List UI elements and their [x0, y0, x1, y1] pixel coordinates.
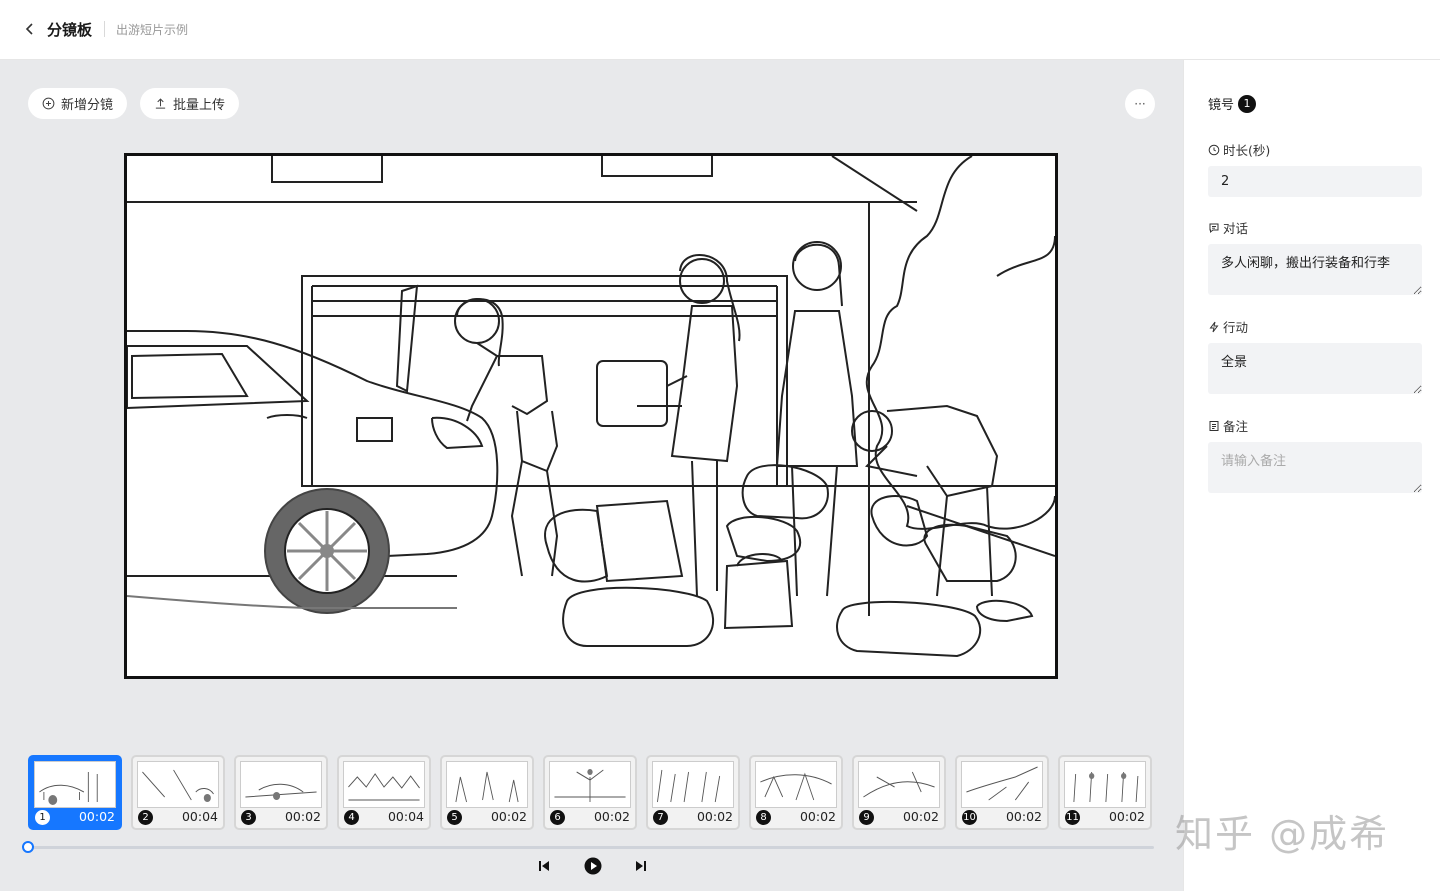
shot-sketch-image [1064, 761, 1146, 808]
top-header: 分镜板 出游短片示例 [0, 0, 1440, 60]
shot-thumbnail[interactable]: 6 00:02 [543, 755, 637, 830]
notes-input[interactable] [1208, 442, 1422, 493]
storyboard-sketch-image [127, 156, 1055, 658]
next-button[interactable] [632, 857, 650, 875]
shot-duration: 00:04 [181, 809, 218, 824]
shot-thumbnail[interactable]: 3 00:02 [234, 755, 328, 830]
notes-label-row: 备注 [1208, 416, 1248, 435]
skip-next-icon [636, 861, 646, 871]
shot-number-badge: 11 [1065, 810, 1080, 825]
storyboard-frame[interactable] [124, 153, 1058, 679]
shot-number-badge: 9 [859, 810, 874, 825]
chevron-left-icon [25, 23, 33, 35]
skip-previous-icon [539, 861, 549, 871]
notes-label: 备注 [1223, 419, 1249, 434]
batch-upload-label: 批量上传 [173, 98, 226, 113]
shot-number-badge: 4 [344, 810, 359, 825]
shot-number-badge: 6 [550, 810, 565, 825]
shot-number-row: 镜号 1 [1208, 94, 1257, 113]
shot-duration: 00:02 [490, 809, 527, 824]
shot-thumbnail[interactable]: 8 00:02 [749, 755, 843, 830]
shot-filmstrip: 1 00:02 2 00:04 3 00:02 4 00:04 5 00:02 6 00:02 7 00:… [28, 755, 1152, 830]
shot-thumbnail[interactable]: 2 00:04 [131, 755, 225, 830]
dialogue-label: 对话 [1223, 221, 1249, 236]
shot-properties-panel: 镜号 1 时长(秒) 对话 多人闲聊，搬出行装备和行李 行动 全景 备注 [1183, 60, 1440, 891]
playback-controls [535, 855, 650, 877]
shot-sketch-image [549, 761, 631, 808]
action-input[interactable]: 全景 [1208, 343, 1422, 394]
batch-upload-button[interactable]: 批量上传 [140, 88, 240, 119]
shot-sketch-image [343, 761, 425, 808]
add-shot-label: 新增分镜 [61, 98, 114, 113]
shot-sketch-image [446, 761, 528, 808]
shot-duration: 00:02 [902, 809, 939, 824]
play-button[interactable] [584, 857, 602, 875]
page-title: 分镜板 [47, 21, 93, 39]
dialogue-input[interactable]: 多人闲聊，搬出行装备和行李 [1208, 244, 1422, 295]
shot-number-badge: 3 [241, 810, 256, 825]
storyboard-workspace: 新增分镜 批量上传 ··· 1 00:02 2 00:04 3 00:02 4 … [0, 60, 1183, 891]
shot-thumbnail[interactable]: 5 00:02 [440, 755, 534, 830]
shot-number-label: 镜号 [1208, 98, 1235, 113]
dialogue-label-row: 对话 [1208, 218, 1248, 237]
action-label-row: 行动 [1208, 317, 1248, 336]
chat-icon [1209, 223, 1219, 233]
play-circle-icon [584, 857, 601, 875]
project-name: 出游短片示例 [116, 23, 189, 37]
shot-duration: 00:04 [387, 809, 424, 824]
shot-thumbnail[interactable]: 1 00:02 [28, 755, 122, 830]
shot-duration: 00:02 [799, 809, 836, 824]
shot-sketch-image [34, 761, 116, 808]
shot-number-badge: 2 [138, 810, 153, 825]
duration-label: 时长(秒) [1223, 143, 1271, 158]
previous-button[interactable] [535, 857, 553, 875]
shot-sketch-image [240, 761, 322, 808]
shot-number-badge: 8 [756, 810, 771, 825]
shot-duration: 00:02 [284, 809, 321, 824]
shot-sketch-image [755, 761, 837, 808]
shot-duration: 00:02 [1108, 809, 1145, 824]
clock-icon [1208, 144, 1220, 155]
upload-icon [155, 98, 166, 109]
shot-number-badge: 5 [447, 810, 462, 825]
shot-number-badge: 10 [962, 810, 977, 825]
back-button[interactable] [20, 18, 40, 40]
shot-duration: 00:02 [696, 809, 733, 824]
action-label: 行动 [1223, 320, 1249, 335]
shot-number-badge: 1 [35, 810, 50, 825]
shot-duration: 00:02 [593, 809, 630, 824]
lightning-icon [1209, 321, 1219, 332]
duration-input[interactable] [1208, 166, 1422, 197]
shot-thumbnail[interactable]: 4 00:04 [337, 755, 431, 830]
shot-duration: 00:02 [78, 809, 115, 824]
shot-duration: 00:02 [1005, 809, 1042, 824]
title-divider [104, 21, 105, 37]
shot-thumbnail[interactable]: 11 00:02 [1058, 755, 1152, 830]
more-icon: ··· [1134, 97, 1146, 111]
shot-thumbnail[interactable]: 9 00:02 [852, 755, 946, 830]
shot-number-badge: 1 [1238, 94, 1257, 113]
duration-label-row: 时长(秒) [1208, 140, 1270, 159]
shot-sketch-image [137, 761, 219, 808]
add-shot-button[interactable]: 新增分镜 [28, 88, 128, 119]
shot-thumbnail[interactable]: 10 00:02 [955, 755, 1049, 830]
watermark: 知乎 @成希 [1175, 812, 1390, 856]
shot-sketch-image [961, 761, 1043, 808]
document-icon [1209, 420, 1219, 431]
more-options-button[interactable]: ··· [1125, 89, 1155, 119]
shot-sketch-image [858, 761, 940, 808]
shot-number-badge: 7 [653, 810, 668, 825]
shot-thumbnail[interactable]: 7 00:02 [646, 755, 740, 830]
timeline-playhead[interactable] [22, 841, 34, 853]
shot-sketch-image [652, 761, 734, 808]
plus-circle-icon [42, 97, 55, 110]
timeline-track[interactable] [28, 846, 1154, 849]
